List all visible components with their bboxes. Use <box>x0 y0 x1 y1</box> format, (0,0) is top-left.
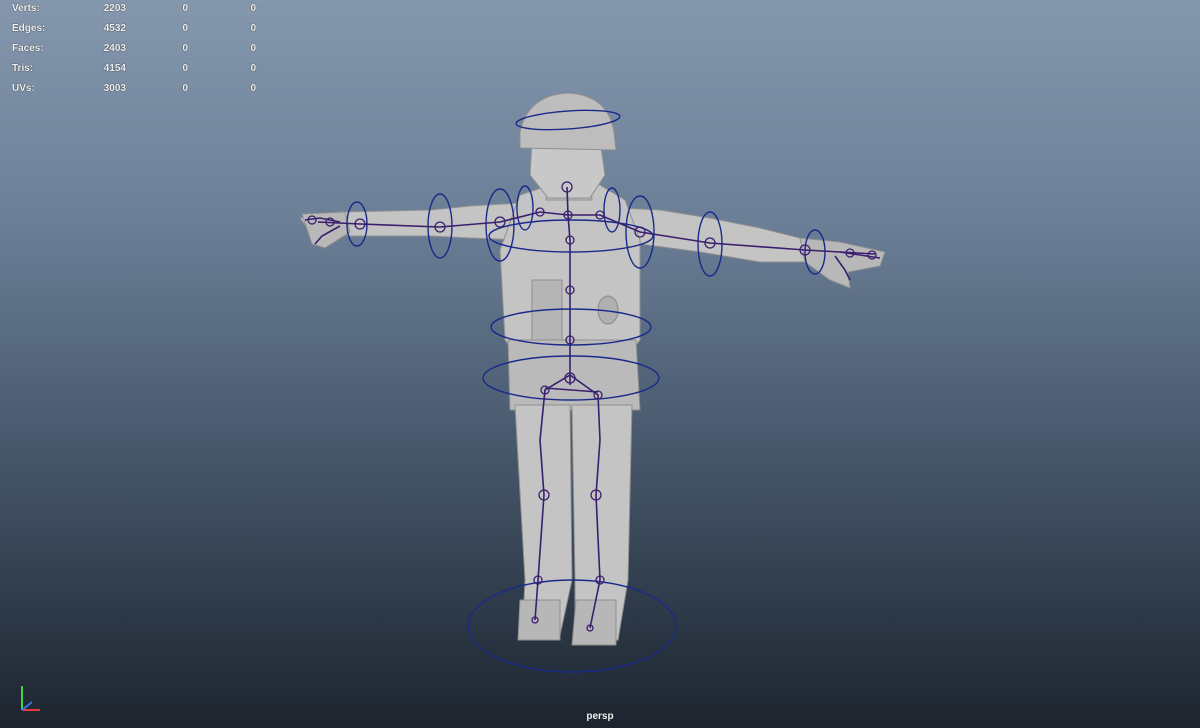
camera-label: persp <box>586 711 614 722</box>
root-control <box>467 579 677 673</box>
scene-3d[interactable] <box>0 0 1200 728</box>
perspective-viewport[interactable]: Verts: 2203 0 0 Edges: 4532 0 0 Faces: 2… <box>0 0 1200 728</box>
soldier-mesh[interactable] <box>299 92 886 646</box>
